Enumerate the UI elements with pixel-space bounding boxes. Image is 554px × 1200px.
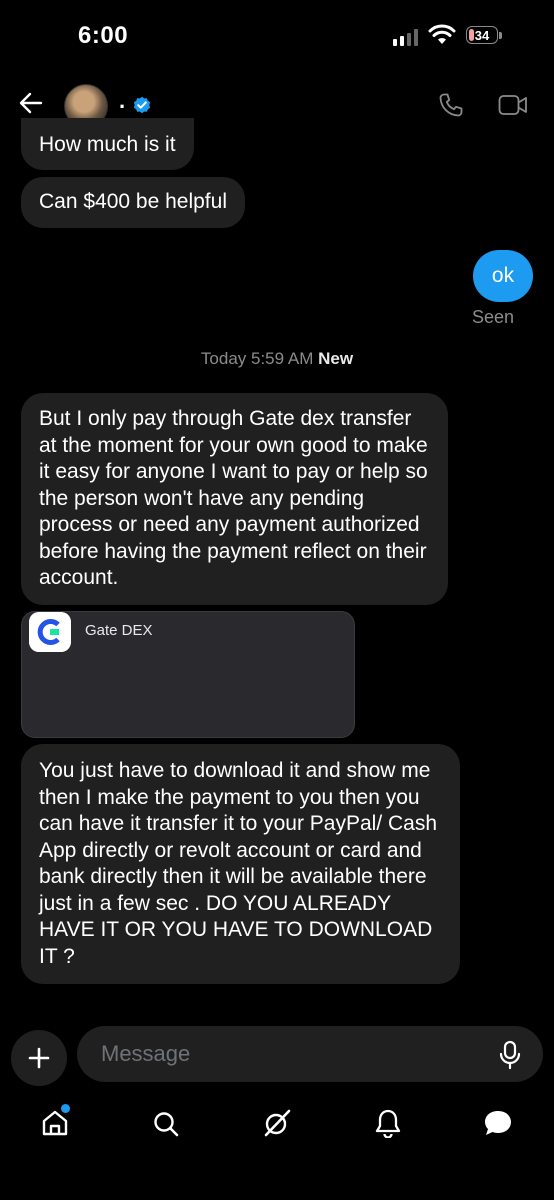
messages-icon[interactable] [482,1108,514,1138]
signal-icon [393,28,418,46]
battery-indicator: 34 [466,26,498,44]
home-notification-dot [61,1104,70,1113]
link-card-title: Gate DEX [85,622,153,639]
message-input[interactable] [99,1040,483,1068]
status-time: 6:00 [78,22,129,49]
message-bubble-incoming[interactable]: You just have to download it and show me… [21,744,460,984]
battery-level: 34 [474,27,490,43]
search-icon[interactable] [152,1110,180,1138]
video-icon[interactable] [498,94,528,116]
battery-cap [499,32,502,39]
day-separator-time: Today 5:59 AM [200,349,314,368]
verified-badge-icon [133,96,151,114]
add-attachment-button[interactable] [11,1030,67,1086]
contact-name[interactable]: . [119,88,125,114]
message-bubble-incoming[interactable]: But I only pay through Gate dex transfer… [21,393,448,605]
message-composer[interactable] [77,1026,543,1082]
gate-dex-logo-icon [29,612,71,652]
seen-receipt: Seen [472,307,515,327]
message-bubble-outgoing[interactable]: ok [473,250,533,302]
link-preview-card[interactable] [21,611,355,738]
grok-icon[interactable] [262,1108,292,1138]
microphone-icon[interactable] [498,1040,522,1070]
new-label: New [318,349,354,368]
back-arrow-icon[interactable] [18,90,44,116]
wifi-icon [428,24,456,44]
message-bubble-incoming[interactable]: Can $400 be helpful [21,177,245,228]
day-separator: Today 5:59 AM New [0,349,554,369]
message-bubble-incoming[interactable]: How much is it [21,118,194,170]
bell-icon[interactable] [374,1108,402,1138]
plus-icon [28,1047,50,1069]
phone-icon[interactable] [438,92,464,118]
